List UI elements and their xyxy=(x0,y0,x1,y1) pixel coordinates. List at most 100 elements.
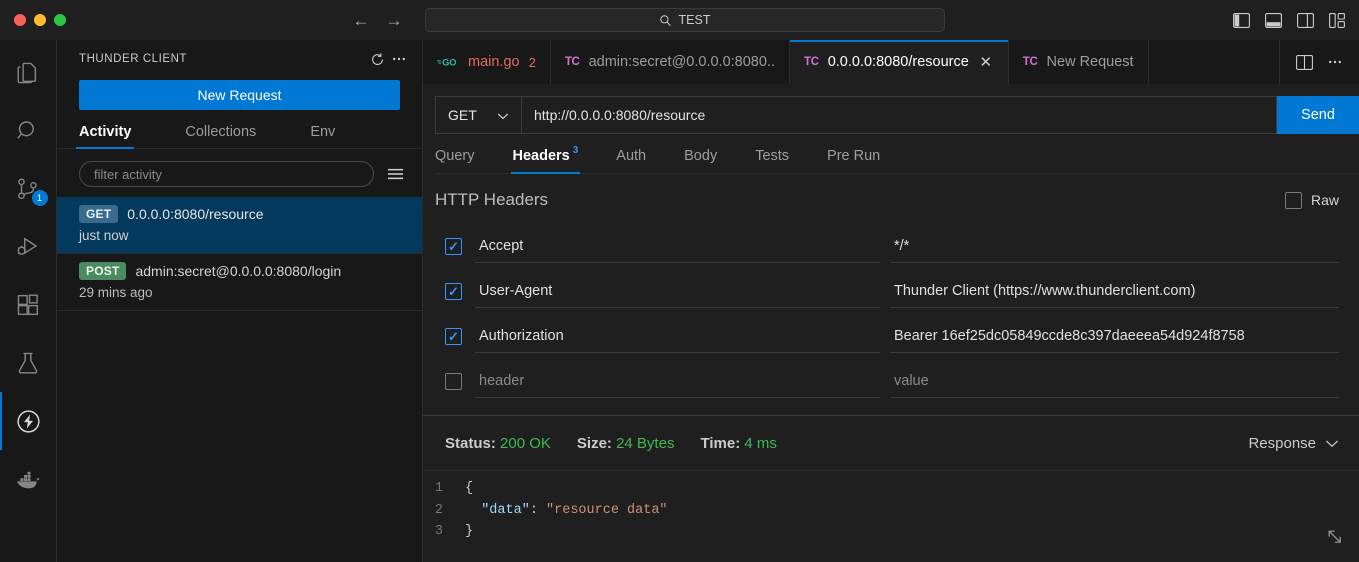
sidebar-item-thunder-client[interactable] xyxy=(0,392,57,450)
activity-timestamp: 29 mins ago xyxy=(79,285,153,300)
table-row: ✓ User-Agent Thunder Client (https://www… xyxy=(435,269,1339,314)
split-editor-icon[interactable] xyxy=(1296,54,1313,70)
navigation-arrows: ← → xyxy=(353,12,403,29)
sidebar-item-docker[interactable] xyxy=(0,450,57,508)
http-method-select[interactable]: GET xyxy=(435,96,521,134)
time-indicator: Time: 4 ms xyxy=(700,435,776,452)
forward-arrow-icon[interactable]: → xyxy=(386,12,403,29)
header-enabled-checkbox-wrap: ✓ xyxy=(435,238,475,255)
code-content: } xyxy=(465,524,474,539)
editor-more-actions-icon[interactable] xyxy=(1327,54,1343,70)
raw-toggle[interactable]: Raw xyxy=(1284,191,1339,209)
new-request-button[interactable]: New Request xyxy=(79,80,400,110)
status-value: 200 OK xyxy=(500,434,551,452)
header-key-input[interactable]: Accept xyxy=(475,231,880,263)
line-number: 3 xyxy=(434,524,443,539)
code-line: 2 "data": "resource data" xyxy=(423,500,1359,522)
header-key-input-empty[interactable]: header xyxy=(475,366,880,398)
code-content: { xyxy=(465,481,474,496)
raw-label: Raw xyxy=(1310,192,1339,208)
command-center[interactable]: TEST xyxy=(424,8,945,32)
header-key-input[interactable]: User-Agent xyxy=(475,276,880,308)
table-row: ✓ Accept */* xyxy=(435,224,1339,269)
tab-query[interactable]: Query xyxy=(435,148,475,173)
thunder-client-tab-icon: TC xyxy=(803,56,819,68)
filter-activity-input[interactable] xyxy=(79,161,374,187)
raw-checkbox[interactable] xyxy=(1284,191,1302,209)
sidebar-item-run-and-debug[interactable] xyxy=(0,218,57,276)
tab-headers[interactable]: Headers 3 xyxy=(510,146,581,174)
close-window-button[interactable] xyxy=(14,14,26,26)
url-row: GET Send xyxy=(435,96,1359,134)
code-content: "data": "resource data" xyxy=(481,502,668,518)
url-input[interactable] xyxy=(521,96,1277,134)
sidebar-item-source-control[interactable]: 1 xyxy=(0,160,57,218)
line-number: 2 xyxy=(434,502,443,518)
tab-label: 0.0.0.0:8080/resource xyxy=(827,54,969,70)
filter-list-icon[interactable] xyxy=(384,163,406,185)
sidebar-item-explorer[interactable] xyxy=(0,44,57,102)
sidebar-item-search[interactable] xyxy=(0,102,57,160)
header-enabled-checkbox[interactable] xyxy=(445,373,462,390)
toggle-secondary-sidebar-icon[interactable] xyxy=(1295,10,1315,30)
response-dropdown-label: Response xyxy=(1248,434,1316,452)
header-enabled-checkbox[interactable]: ✓ xyxy=(445,238,462,255)
activity-url: 0.0.0.0:8080/resource xyxy=(127,206,264,222)
tab-label: main.go xyxy=(468,54,520,70)
tab-body[interactable]: Body xyxy=(684,148,717,173)
tab-activity[interactable]: Activity xyxy=(75,124,135,149)
title-bar: ← → TEST xyxy=(0,0,1359,40)
header-enabled-checkbox[interactable]: ✓ xyxy=(445,328,462,345)
sidebar-tabs: Activity Collections Env xyxy=(57,124,422,149)
close-icon[interactable]: ✕ xyxy=(978,53,994,71)
code-line: 3 } xyxy=(423,521,1359,543)
toggle-panel-icon[interactable] xyxy=(1263,10,1283,30)
tab-new-request[interactable]: TC New Request xyxy=(1008,40,1149,84)
tab-pre-run[interactable]: Pre Run xyxy=(827,148,880,173)
header-enabled-checkbox[interactable]: ✓ xyxy=(445,283,462,300)
tab-env[interactable]: Env xyxy=(310,124,335,148)
svg-text:GO: GO xyxy=(442,57,456,67)
sidebar-more-actions-icon[interactable] xyxy=(388,48,410,70)
tab-auth[interactable]: Auth xyxy=(616,148,646,173)
refresh-icon[interactable] xyxy=(366,48,388,70)
tab-tests[interactable]: Tests xyxy=(755,148,789,173)
sidebar-item-testing[interactable] xyxy=(0,334,57,392)
resize-expand-icon[interactable] xyxy=(1325,527,1345,552)
header-key-input[interactable]: Authorization xyxy=(475,321,880,353)
source-control-badge: 1 xyxy=(31,190,48,206)
minimize-window-button[interactable] xyxy=(34,14,46,26)
back-arrow-icon[interactable]: ← xyxy=(353,12,370,29)
header-value-input-empty[interactable]: value xyxy=(890,366,1339,398)
filter-bar xyxy=(57,149,422,197)
headers-section-header: HTTP Headers Raw xyxy=(435,190,1339,210)
list-item[interactable]: POST admin:secret@0.0.0.0:8080/login 29 … xyxy=(57,254,422,311)
tab-main-go[interactable]: GO main.go 2 xyxy=(423,40,551,84)
header-value-input[interactable]: Bearer 16ef25dc05849ccde8c397daeeea54d92… xyxy=(890,321,1339,353)
http-method-value: GET xyxy=(448,107,477,123)
request-tabs: Query Headers 3 Auth Body Tests Pre Run xyxy=(435,146,1359,174)
chevron-down-icon xyxy=(1325,435,1339,452)
header-value-input[interactable]: Thunder Client (https://www.thunderclien… xyxy=(890,276,1339,308)
tab-label: Headers xyxy=(512,148,570,164)
response-dropdown[interactable]: Response xyxy=(1248,435,1339,452)
layout-controls xyxy=(1231,10,1347,30)
tab-modified-count: 2 xyxy=(528,54,536,70)
tab-admin-secret-request[interactable]: TC admin:secret@0.0.0.0:8080.. xyxy=(550,40,790,84)
check-icon: ✓ xyxy=(448,329,459,344)
editor-tab-actions xyxy=(1279,40,1359,84)
header-enabled-checkbox-wrap: ✓ xyxy=(435,328,475,345)
toggle-primary-sidebar-icon[interactable] xyxy=(1231,10,1251,30)
header-value-input[interactable]: */* xyxy=(890,231,1339,263)
maximize-window-button[interactable] xyxy=(54,14,66,26)
response-body[interactable]: 1 { 2 "data": "resource data" 3 } xyxy=(423,470,1359,562)
send-button[interactable]: Send xyxy=(1277,96,1359,134)
tab-label: Body xyxy=(684,148,718,164)
sidebar-item-extensions[interactable] xyxy=(0,276,57,334)
customize-layout-icon[interactable] xyxy=(1327,10,1347,30)
list-item[interactable]: GET 0.0.0.0:8080/resource just now xyxy=(57,197,422,254)
tab-collections[interactable]: Collections xyxy=(185,124,256,148)
size-value: 24 Bytes xyxy=(616,434,675,452)
time-value: 4 ms xyxy=(744,434,777,452)
tab-resource-request[interactable]: TC 0.0.0.0:8080/resource ✕ xyxy=(789,40,1009,84)
